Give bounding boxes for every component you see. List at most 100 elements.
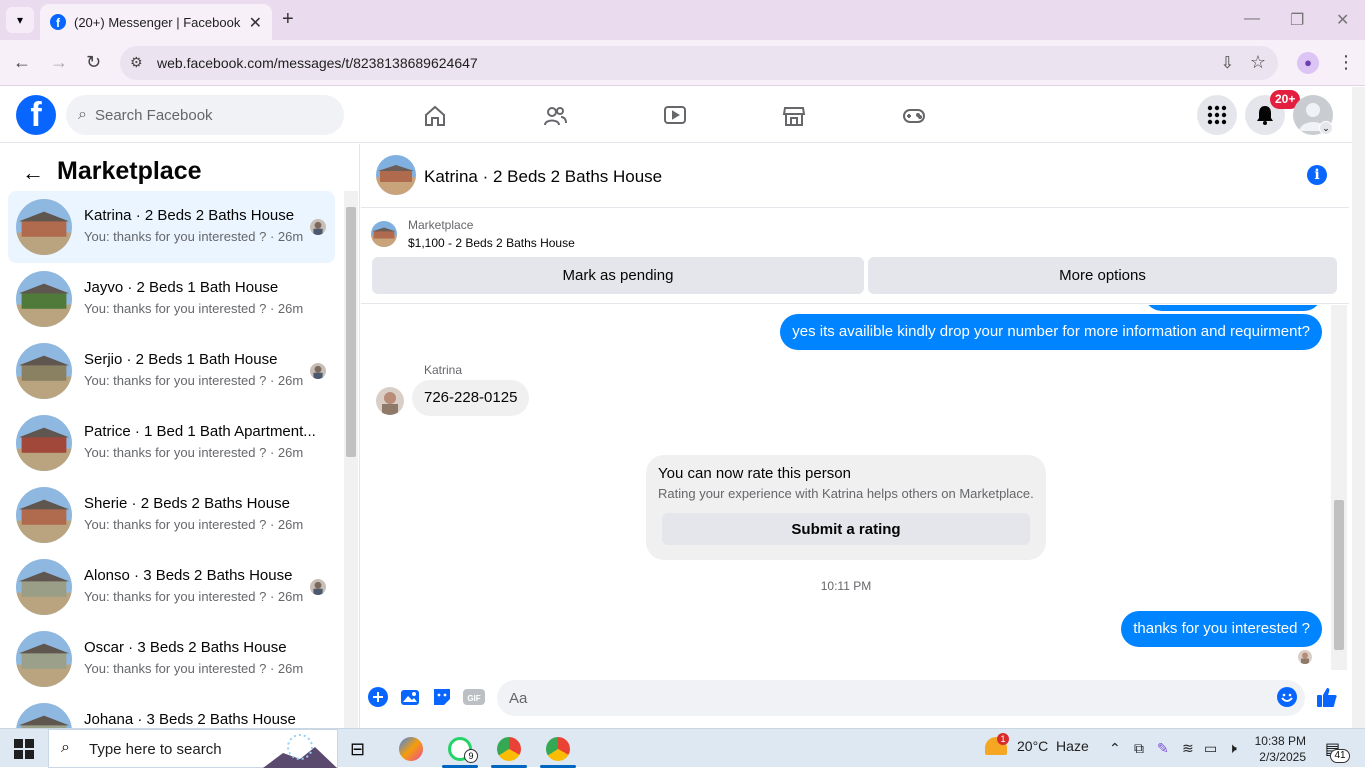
conversation-list-panel: ← Marketplace Katrina · 2 Beds 2 Baths H… xyxy=(0,144,360,728)
minimize-icon[interactable]: — xyxy=(1244,10,1260,28)
outgoing-message[interactable]: yes its availible kindly drop your numbe… xyxy=(780,314,1322,350)
facebook-search[interactable]: ⌕ xyxy=(66,95,344,135)
conversation-item[interactable]: Johana · 3 Beds 2 Baths House xyxy=(8,695,335,728)
chrome-profile-icon[interactable] xyxy=(546,737,570,761)
weather-haze-icon: 1 xyxy=(985,733,1009,755)
search-icon: ⌕ xyxy=(78,106,87,123)
meet-now-icon[interactable]: ⧉ xyxy=(1134,740,1144,757)
weather-widget[interactable]: 1 20°C Haze xyxy=(985,733,1089,755)
listing-thumbnail xyxy=(16,487,72,543)
friends-icon[interactable] xyxy=(540,101,570,131)
video-icon[interactable] xyxy=(660,101,690,131)
sender-avatar[interactable] xyxy=(376,387,404,415)
message-thread[interactable]: yes its availible kindly drop your numbe… xyxy=(361,305,1331,670)
conversation-item[interactable]: Katrina · 2 Beds 2 Baths House You: thank… xyxy=(8,191,335,263)
chat-header: Katrina · 2 Beds 2 Baths House i xyxy=(361,144,1349,208)
conversation-item[interactable]: Oscar · 3 Beds 2 Baths House You: thanks … xyxy=(8,623,335,695)
back-icon[interactable]: ← xyxy=(13,52,31,73)
back-arrow-icon[interactable]: ← xyxy=(22,160,44,186)
taskbar-search[interactable]: ⌕ Type here to search xyxy=(48,729,338,768)
left-scrollbar[interactable] xyxy=(344,191,358,728)
forward-icon[interactable]: → xyxy=(50,52,68,73)
outgoing-message[interactable]: thanks for you interested ? xyxy=(1121,611,1322,647)
seen-indicator-avatar xyxy=(1298,650,1312,664)
chat-avatar[interactable] xyxy=(376,155,416,195)
emoji-icon[interactable] xyxy=(1276,686,1298,708)
sticker-icon[interactable] xyxy=(431,686,453,708)
conversation-item[interactable]: Alonso · 3 Beds 2 Baths House You: thanks… xyxy=(8,551,335,623)
browser-tab-bar: ▾ f (20+) Messenger | Facebook ✕ + — ❐ ✕ xyxy=(0,0,1365,40)
conversation-snippet: You: thanks for you interested ? · 26m xyxy=(84,229,304,244)
info-icon[interactable]: i xyxy=(1307,165,1327,185)
listing-thumbnail xyxy=(16,631,72,687)
listing-thumbnail xyxy=(16,343,72,399)
chrome-icon[interactable] xyxy=(497,737,521,761)
message-input[interactable] xyxy=(497,680,1305,716)
copilot-icon[interactable] xyxy=(399,737,423,761)
svg-text:GIF: GIF xyxy=(467,694,480,703)
search-highlight-image xyxy=(263,734,337,768)
listing-thumbnail xyxy=(16,703,72,728)
menu-grid-icon[interactable] xyxy=(1197,95,1237,135)
conversation-item[interactable]: Sherie · 2 Beds 2 Baths House You: thanks… xyxy=(8,479,335,551)
listing-thumbnail[interactable] xyxy=(371,221,397,247)
account-chevron-icon[interactable]: ⌄ xyxy=(1319,121,1333,135)
gif-icon[interactable]: GIF xyxy=(463,686,485,708)
system-clock[interactable]: 10:38 PM 2/3/2025 xyxy=(1252,733,1306,765)
windows-taskbar: ⌕ Type here to search ⊟ 9 1 20°C Haze ⌃ … xyxy=(0,728,1365,768)
search-icon: ⌕ xyxy=(61,739,70,756)
gaming-icon[interactable] xyxy=(899,101,929,131)
mark-as-pending-button[interactable]: Mark as pending xyxy=(372,257,864,294)
chat-scrollbar[interactable] xyxy=(1331,305,1347,670)
message-composer: GIF xyxy=(361,672,1349,728)
like-thumb-icon[interactable] xyxy=(1316,686,1338,708)
conversation-name: Patrice · 1 Bed 1 Bath Apartment... xyxy=(84,423,316,440)
listing-banner: Marketplace $1,100 - 2 Beds 2 Baths Hous… xyxy=(361,209,1349,304)
incoming-message[interactable]: 726-228-0125 xyxy=(412,380,530,416)
facebook-logo-icon[interactable]: f xyxy=(16,95,56,135)
photo-icon[interactable] xyxy=(399,686,421,708)
weather-text: 20°C Haze xyxy=(1017,738,1089,754)
url-text[interactable]: web.facebook.com/messages/t/823813868962… xyxy=(157,55,478,71)
windows-start-icon[interactable] xyxy=(14,739,34,759)
new-tab-icon[interactable]: + xyxy=(282,8,294,31)
wifi-icon[interactable]: ≋ xyxy=(1182,740,1194,757)
battery-icon[interactable]: ▭ xyxy=(1204,740,1217,757)
close-window-icon[interactable]: ✕ xyxy=(1336,10,1349,30)
bookmark-star-icon[interactable]: ☆ xyxy=(1250,52,1266,73)
conversation-snippet: You: thanks for you interested ? · 26m xyxy=(84,373,304,388)
volume-muted-icon[interactable]: 🕨 xyxy=(1228,740,1237,757)
marketplace-icon[interactable] xyxy=(779,101,809,131)
listing-price[interactable]: $1,100 - 2 Beds 2 Baths House xyxy=(408,236,575,250)
conversation-item[interactable]: Serjio · 2 Beds 1 Bath House You: thanks … xyxy=(8,335,335,407)
task-view-icon[interactable]: ⊟ xyxy=(350,739,365,760)
notification-count-badge: 41 xyxy=(1330,749,1350,763)
conversation-item[interactable]: Patrice · 1 Bed 1 Bath Apartment... You: … xyxy=(8,407,335,479)
submit-rating-button[interactable]: Submit a rating xyxy=(662,513,1030,545)
site-info-icon[interactable]: ⚙ xyxy=(130,54,143,71)
close-tab-icon[interactable]: ✕ xyxy=(249,13,262,33)
tab-search-button[interactable]: ▾ xyxy=(6,7,34,33)
more-options-button[interactable]: More options xyxy=(868,257,1337,294)
search-input[interactable] xyxy=(94,106,315,124)
listing-thumbnail xyxy=(16,559,72,615)
page-scrollbar[interactable] xyxy=(1352,87,1365,728)
home-icon[interactable] xyxy=(420,101,450,131)
conversation-snippet: You: thanks for you interested ? · 26m xyxy=(84,661,304,676)
message-timestamp: 10:11 PM xyxy=(820,579,872,593)
conversation-name: Alonso · 3 Beds 2 Baths House xyxy=(84,567,293,584)
chat-title[interactable]: Katrina · 2 Beds 2 Baths House xyxy=(424,167,662,187)
address-bar[interactable]: ⚙ web.facebook.com/messages/t/8238138689… xyxy=(120,46,1278,80)
install-app-icon[interactable]: ⇩ xyxy=(1221,53,1234,73)
show-hidden-icons-chevron-icon[interactable]: ⌃ xyxy=(1109,740,1121,757)
reload-icon[interactable]: ↻ xyxy=(86,52,101,73)
plus-circle-icon[interactable] xyxy=(367,686,389,708)
clock-date: 2/3/2025 xyxy=(1259,750,1306,764)
browser-tab[interactable]: f (20+) Messenger | Facebook ✕ xyxy=(40,4,272,40)
restore-icon[interactable]: ❐ xyxy=(1290,10,1304,30)
browser-profile-icon[interactable]: ● xyxy=(1297,52,1319,74)
pen-icon[interactable]: ✎ xyxy=(1157,740,1169,757)
conversation-name: Katrina · 2 Beds 2 Baths House xyxy=(84,207,295,224)
conversation-item[interactable]: Jayvo · 2 Beds 1 Bath House You: thanks f… xyxy=(8,263,335,335)
browser-menu-icon[interactable]: ⋮ xyxy=(1337,52,1355,73)
